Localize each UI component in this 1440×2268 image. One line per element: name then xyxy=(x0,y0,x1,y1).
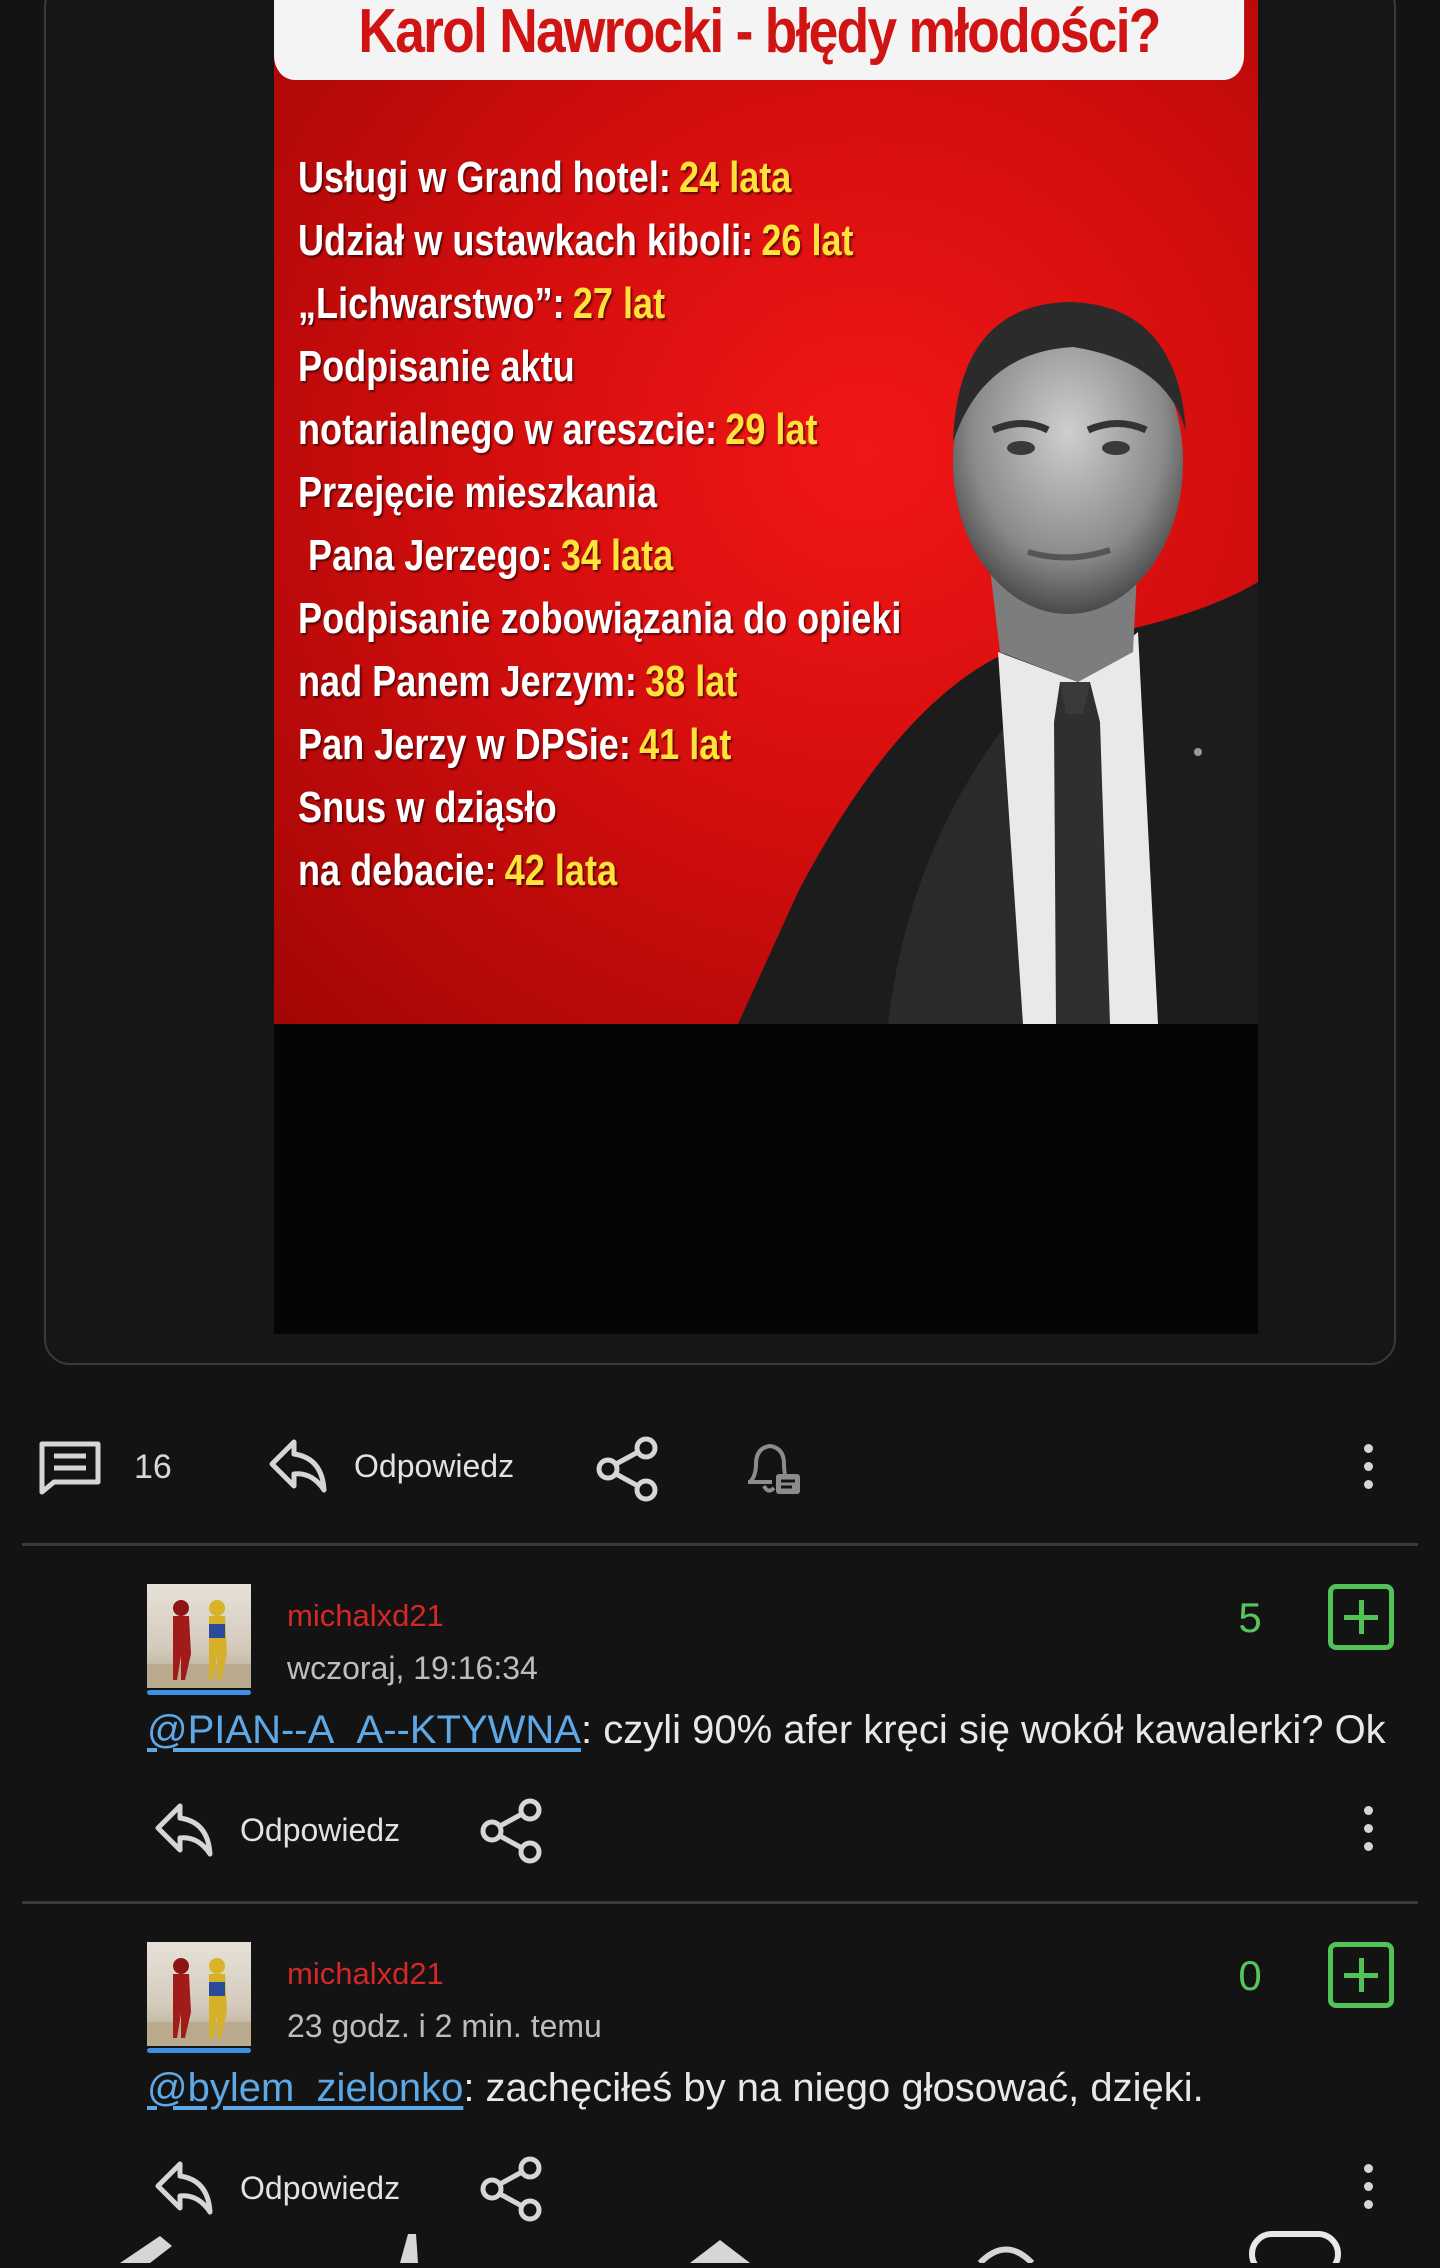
upvote-plus-icon[interactable] xyxy=(1328,1942,1394,2008)
avatar[interactable] xyxy=(147,1942,251,2046)
notification-button[interactable] xyxy=(740,1436,804,1500)
comment-text: @bylem_zielonko: zachęciłeś by na niego … xyxy=(147,2066,1204,2111)
user-mention-link[interactable]: @bylem_zielonko xyxy=(147,2066,463,2110)
comment-reply-button[interactable]: Odpowiedz xyxy=(152,2158,400,2218)
upvote-plus-icon[interactable] xyxy=(1328,1584,1394,1650)
meme-line: Udział w ustawkach kiboli: 26 lat xyxy=(298,216,854,265)
comment-timestamp: 23 godz. i 2 min. temu xyxy=(287,2008,602,2044)
meme-line: Przejęcie mieszkania xyxy=(298,468,658,517)
comment-text-content: : zachęciłeś by na niego głosować, dzięk… xyxy=(463,2066,1204,2110)
meme-line: Pan Jerzy w DPSie: 41 lat xyxy=(298,720,732,769)
comment-reply-button[interactable]: Odpowiedz xyxy=(152,1800,400,1860)
reply-icon xyxy=(152,1800,216,1860)
share-icon xyxy=(480,1798,544,1864)
reply-icon xyxy=(266,1436,330,1496)
post-actions: 16 Odpowiedz xyxy=(0,1428,1440,1508)
meme-line: „Lichwarstwo”: 27 lat xyxy=(298,279,666,328)
divider xyxy=(22,1901,1418,1904)
comments-icon xyxy=(36,1438,104,1496)
avatar-underline xyxy=(147,1690,251,1695)
meme-graphic: Karol Nawrocki - błędy młodości? Usługi … xyxy=(274,0,1258,1024)
meme-line: Podpisanie aktu xyxy=(298,342,575,391)
comment-username[interactable]: michalxd21 xyxy=(287,1956,444,1992)
share-icon xyxy=(480,2156,544,2222)
meme-line: nad Panem Jerzym: 38 lat xyxy=(298,657,738,706)
meme-title: Karol Nawrocki - błędy młodości? xyxy=(274,0,1245,80)
meme-line: notarialnego w areszcie: 29 lat xyxy=(298,405,818,454)
comment-score: 5 xyxy=(1238,1594,1262,1641)
meme-line: na debacie: 42 lata xyxy=(298,846,618,895)
more-options-icon[interactable] xyxy=(1364,1444,1374,1498)
comment-share-button[interactable] xyxy=(480,2156,544,2222)
reply-icon xyxy=(152,2158,216,2218)
meme-line: Pana Jerzego: 34 lata xyxy=(298,531,674,580)
share-icon xyxy=(596,1436,660,1502)
comment-timestamp: wczoraj, 19:16:34 xyxy=(287,1650,538,1686)
post-card: Karol Nawrocki - błędy młodości? Usługi … xyxy=(44,0,1396,1365)
reply-label: Odpowiedz xyxy=(354,1447,515,1484)
comment-username[interactable]: michalxd21 xyxy=(287,1598,444,1634)
comments-button[interactable]: 16 xyxy=(36,1438,172,1496)
comment-text-content: : czyli 90% afer kręci się wokół kawaler… xyxy=(580,1708,1386,1752)
reply-label: Odpowiedz xyxy=(240,1811,401,1848)
user-mention-link[interactable]: @PIAN--A_A--KTYWNA xyxy=(147,1708,581,1752)
meme-line: Podpisanie zobowiązania do opieki xyxy=(298,594,902,643)
notification-bell-icon xyxy=(740,1436,804,1500)
avatar-underline xyxy=(147,2048,251,2053)
more-options-icon[interactable] xyxy=(1364,1806,1374,1860)
bottom-navigation xyxy=(0,2228,1440,2268)
divider xyxy=(22,1543,1418,1546)
meme-line: Snus w dziąsło xyxy=(298,783,557,832)
share-button[interactable] xyxy=(596,1436,660,1502)
meme-line: Usługi w Grand hotel: 24 lata xyxy=(298,153,792,202)
comment-score: 0 xyxy=(1238,1952,1262,1999)
avatar[interactable] xyxy=(147,1584,251,1688)
comment-text: @PIAN--A_A--KTYWNA: czyli 90% afer kręci… xyxy=(147,1708,1386,1753)
more-options-icon[interactable] xyxy=(1364,2164,1374,2218)
comment-share-button[interactable] xyxy=(480,1798,544,1864)
reply-button[interactable]: Odpowiedz xyxy=(266,1436,514,1496)
post-image[interactable]: Karol Nawrocki - błędy młodości? Usługi … xyxy=(274,0,1258,1334)
meme-text-list: Usługi w Grand hotel: 24 lata Udział w us… xyxy=(298,146,902,902)
comments-count: 16 xyxy=(134,1447,172,1486)
reply-label: Odpowiedz xyxy=(240,2169,401,2206)
